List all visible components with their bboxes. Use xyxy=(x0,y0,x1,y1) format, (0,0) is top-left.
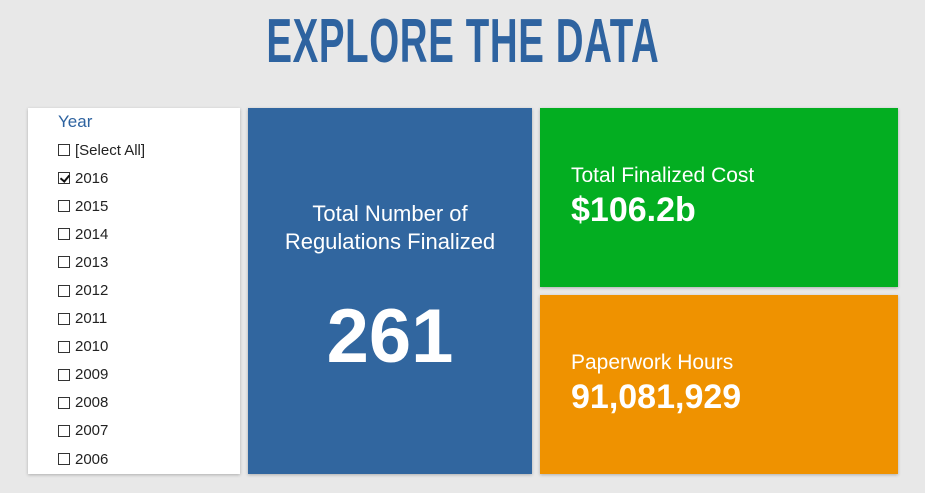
year-filter-option-label: [Select All] xyxy=(75,141,146,159)
regulations-finalized-value: 261 xyxy=(326,294,454,379)
finalized-cost-value: $106.2b xyxy=(571,191,696,229)
year-filter-option[interactable]: 2015 xyxy=(58,192,240,220)
year-filter-option[interactable]: 2016 xyxy=(58,164,240,192)
checkbox-icon[interactable] xyxy=(58,312,70,325)
year-filter-option-label: 2011 xyxy=(75,310,108,328)
finalized-cost-tile: Total Finalized Cost $106.2b xyxy=(540,108,898,287)
year-filter-option[interactable]: 2010 xyxy=(58,333,240,361)
year-filter-list: [Select All] 2016 2015 2014 2013 2012 2011 2010… xyxy=(58,136,240,473)
checkbox-icon[interactable] xyxy=(58,200,70,213)
checkbox-icon[interactable] xyxy=(58,228,70,241)
regulations-finalized-label: Total Number of Regulations Finalized xyxy=(284,201,496,254)
year-filter-option-label: 2012 xyxy=(75,282,109,300)
year-filter-option[interactable]: 2014 xyxy=(58,220,240,248)
year-filter-option[interactable]: 2011 xyxy=(58,305,240,333)
page-title: EXPLORE THE DATA xyxy=(0,6,925,78)
year-filter-option-label: 2009 xyxy=(75,366,109,384)
checkbox-icon[interactable] xyxy=(58,256,70,269)
year-filter-option-label: 2006 xyxy=(75,450,109,468)
year-filter-option-label: 2016 xyxy=(75,169,109,187)
year-filter-option[interactable]: 2012 xyxy=(58,276,240,304)
paperwork-hours-value: 91,081,929 xyxy=(571,378,742,416)
year-filter-option-label: 2013 xyxy=(75,253,109,271)
year-filter-option-label: 2007 xyxy=(75,422,109,440)
regulations-finalized-tile: Total Number of Regulations Finalized 26… xyxy=(248,108,532,474)
year-filter-heading: Year xyxy=(58,112,93,131)
year-filter-option-label: 2008 xyxy=(75,394,109,412)
finalized-cost-label: Total Finalized Cost xyxy=(571,164,755,187)
year-filter-option[interactable]: 2013 xyxy=(58,248,240,276)
checkbox-icon[interactable] xyxy=(58,368,70,381)
year-filter-option-label: 2015 xyxy=(75,197,109,215)
checkbox-icon[interactable] xyxy=(58,144,70,157)
year-filter-option[interactable]: 2009 xyxy=(58,361,240,389)
year-filter-option[interactable]: 2007 xyxy=(58,417,240,445)
year-filter-option[interactable]: 2008 xyxy=(58,389,240,417)
year-filter-option-label: 2010 xyxy=(75,338,109,356)
checkbox-icon[interactable] xyxy=(58,340,70,353)
page-title-text: EXPLORE THE DATA xyxy=(266,7,659,76)
checkbox-icon[interactable] xyxy=(58,396,70,409)
checkbox-checked-icon[interactable] xyxy=(58,172,70,185)
checkbox-icon[interactable] xyxy=(58,424,70,437)
checkbox-icon[interactable] xyxy=(58,453,70,466)
year-filter-option[interactable]: [Select All] xyxy=(58,136,240,164)
year-filter-option-label: 2014 xyxy=(75,225,109,243)
year-filter-option[interactable]: 2006 xyxy=(58,445,240,473)
paperwork-hours-label: Paperwork Hours xyxy=(571,351,734,374)
paperwork-hours-tile: Paperwork Hours 91,081,929 xyxy=(540,295,898,474)
year-filter-panel: Year [Select All] 2016 2015 2014 2013 2012 201… xyxy=(28,108,240,474)
checkbox-icon[interactable] xyxy=(58,284,70,297)
